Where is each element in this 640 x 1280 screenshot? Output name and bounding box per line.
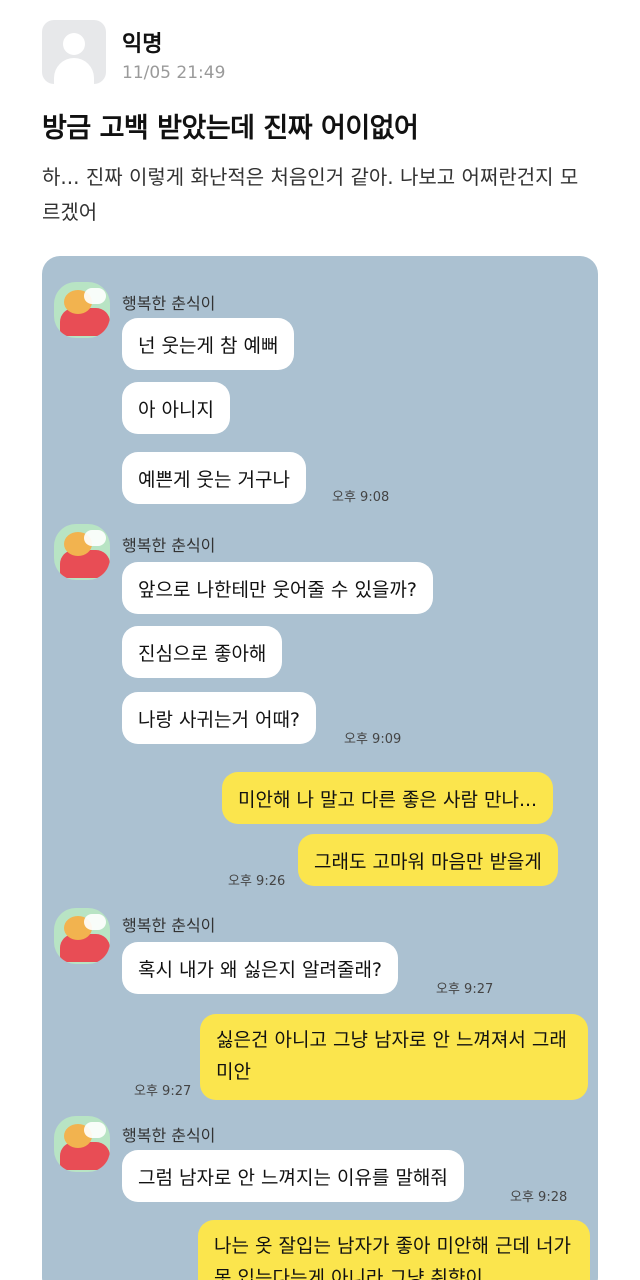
author-avatar[interactable]: [42, 20, 106, 84]
profile-avatar[interactable]: [54, 1116, 110, 1172]
pillow-shape: [84, 288, 106, 304]
chat-screenshot: 행복한 춘식이 넌 웃는게 참 예뻐 아 아니지 예쁜게 웃는 거구나 오후 9…: [42, 256, 598, 1280]
sender-name: 행복한 춘식이: [122, 1126, 216, 1145]
received-message: 넌 웃는게 참 예뻐: [122, 318, 295, 370]
avatar-body-shape: [54, 58, 94, 84]
author-name: 익명: [122, 32, 163, 57]
pillow-shape: [84, 530, 106, 546]
post-title: 방금 고백 받았는데 진짜 어이없어: [42, 113, 419, 144]
sent-message: 미안해 나 말고 다른 좋은 사람 만나...: [222, 772, 554, 824]
sender-name: 행복한 춘식이: [122, 294, 216, 313]
sender-name: 행복한 춘식이: [122, 916, 216, 935]
profile-avatar[interactable]: [54, 524, 110, 580]
message-time: 오후 9:26: [228, 874, 286, 889]
message-time: 오후 9:28: [510, 1190, 568, 1205]
received-message: 아 아니지: [122, 382, 230, 434]
pillow-shape: [84, 914, 106, 930]
message-time: 오후 9:08: [332, 490, 390, 505]
sent-message: 싫은건 아니고 그냥 남자로 안 느껴져서 그래 미안: [200, 1014, 588, 1100]
received-message: 나랑 사귀는거 어때?: [122, 692, 317, 744]
received-message: 그럼 남자로 안 느껴지는 이유를 말해줘: [122, 1150, 464, 1202]
message-time: 오후 9:09: [344, 732, 402, 747]
profile-avatar[interactable]: [54, 282, 110, 338]
received-message: 진심으로 좋아해: [122, 626, 283, 678]
message-time: 오후 9:27: [436, 982, 494, 997]
profile-avatar[interactable]: [54, 908, 110, 964]
avatar-head-shape: [63, 33, 85, 55]
received-message: 혹시 내가 왜 싫은지 알려줄래?: [122, 942, 399, 994]
message-time: 오후 9:27: [134, 1084, 192, 1099]
post-body: 하... 진짜 이렇게 화난적은 처음인거 같아. 나보고 어쩌란건지 모르겠어: [42, 165, 579, 224]
sent-message: 나는 옷 잘입는 남자가 좋아 미안해 근데 너가 못 입는다는게 아니라 그냥…: [198, 1220, 590, 1280]
received-message: 예쁜게 웃는 거구나: [122, 452, 306, 504]
pillow-shape: [84, 1122, 106, 1138]
sent-message: 그래도 고마워 마음만 받을게: [298, 834, 558, 886]
sender-name: 행복한 춘식이: [122, 536, 216, 555]
received-message: 앞으로 나한테만 웃어줄 수 있을까?: [122, 562, 433, 614]
post-timestamp: 11/05 21:49: [122, 63, 226, 83]
